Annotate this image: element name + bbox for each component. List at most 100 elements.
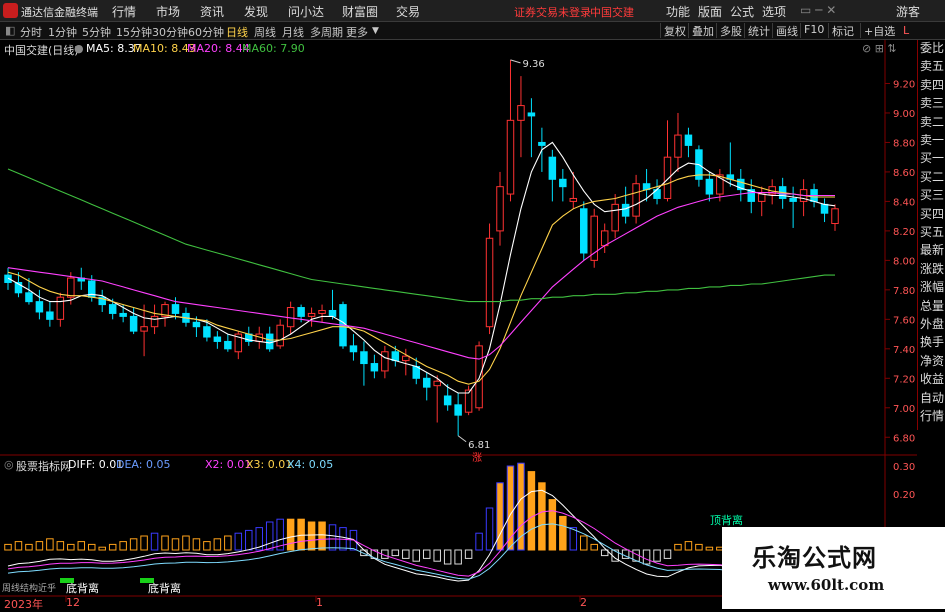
tab-1min[interactable]: 1分钟 [48, 24, 77, 40]
sub-indicator-title: 股票指标网 [16, 460, 71, 473]
candle-body [684, 134, 693, 146]
sub-settings-icon[interactable]: ◎ [4, 458, 14, 471]
price-tick-label: 7.40 [893, 345, 915, 356]
f10-button[interactable]: F10 [800, 23, 827, 38]
side-panel-item: 总量 [920, 298, 945, 313]
candle-body [422, 377, 431, 388]
side-panel-item: 卖三 [920, 96, 945, 111]
adjust-button[interactable]: 复权 [660, 23, 689, 38]
menu-xiaoda[interactable]: 问小达 [288, 3, 324, 20]
menu-bar: 通达信金融终端 行情 市场 资讯 发现 问小达 财富圈 交易 证券交易未登录 中… [0, 0, 945, 22]
overlay-button[interactable]: 叠加 [688, 23, 717, 38]
side-panel-item: 买五 [920, 225, 945, 239]
side-panel-item: 涨幅 [920, 280, 945, 295]
more-dropdown-icon[interactable]: ▼ [372, 26, 379, 36]
ma60-label: MA60: 7.90 [242, 42, 305, 55]
tab-monthly[interactable]: 月线 [282, 24, 304, 40]
macd-bar [140, 535, 148, 551]
tab-timeshare[interactable]: 分时 [20, 24, 42, 40]
candle-body [56, 296, 65, 320]
candle-body [506, 119, 515, 195]
menu-formula[interactable]: 公式 [730, 3, 754, 20]
sub-tick-label: 0.30 [893, 462, 915, 473]
menu-options[interactable]: 选项 [762, 3, 786, 20]
app-logo-icon [3, 3, 18, 18]
quote-side-panel: 委比 卖五 卖四 卖三 卖二 卖一 买一 买二 买三 买四 买五 最新 涨跌 涨幅 总量 外盘 换手 净资 收益 自动… [917, 40, 945, 430]
macd-bar [234, 532, 243, 551]
macd-bar [307, 521, 316, 551]
date-dec-label: 12 [66, 596, 80, 609]
tab-60min[interactable]: 60分钟 [188, 24, 224, 40]
macd-bar [171, 538, 180, 551]
tab-multi-period[interactable]: 多周期 [310, 24, 343, 40]
tab-15min[interactable]: 15分钟 [116, 24, 152, 40]
multi-stock-button[interactable]: 多股 [716, 23, 745, 38]
side-panel-item: 卖四 [920, 77, 945, 92]
indicator-settings-icon[interactable]: ● [74, 42, 84, 55]
macd-bar [454, 549, 462, 565]
login-notice[interactable]: 证券交易未登录 [514, 4, 591, 20]
add-favorite-button[interactable]: +自选 [860, 23, 898, 38]
side-panel-item: 买四 [920, 206, 945, 221]
candle-body [25, 292, 33, 303]
macd-bar [150, 532, 159, 551]
menu-news[interactable]: 资讯 [200, 3, 224, 20]
candle-body [632, 183, 640, 217]
ma20-label: MA20: 8.44 [187, 42, 250, 55]
zoom-controls-icon[interactable]: ⊘ ⊞ ⇅ [862, 42, 897, 55]
collapse-icon[interactable]: ◧ [5, 24, 15, 37]
price-tick-label: 7.00 [893, 404, 915, 415]
macd-bar [4, 543, 12, 551]
macd-bar [67, 543, 75, 551]
macd-bar [412, 549, 421, 562]
side-panel-item: 买二 [920, 169, 945, 184]
candle-body [443, 395, 452, 406]
stats-button[interactable]: 统计 [744, 23, 773, 38]
kline-chart[interactable]: 9.20 9.00 8.80 8.60 8.40 8.20 8.00 7.80 7.60 7.40… [0, 40, 917, 609]
macd-bar [25, 543, 33, 551]
menu-quotes[interactable]: 行情 [112, 3, 136, 20]
tab-5min[interactable]: 5分钟 [82, 24, 111, 40]
candle-body [831, 208, 839, 225]
menu-layout[interactable]: 版面 [698, 3, 722, 20]
current-stock-label: 中国交建 [590, 6, 634, 19]
price-tick-label: 8.40 [893, 197, 915, 208]
macd-bar [14, 541, 23, 551]
guest-label[interactable]: 游客 [896, 3, 920, 20]
macd-bar [213, 538, 222, 551]
tab-weekly[interactable]: 周线 [254, 24, 276, 40]
candle-body [600, 230, 609, 247]
tab-daily[interactable]: 日线 [226, 24, 248, 40]
candle-body [485, 237, 494, 328]
macd-bar [559, 515, 567, 551]
menu-market[interactable]: 市场 [156, 3, 180, 20]
window-controls-icon[interactable]: ▭ ─ ✕ [800, 3, 836, 17]
macd-bar [245, 529, 253, 551]
ma-line-ma10 [7, 174, 835, 385]
macd-bar [77, 541, 86, 551]
tab-more[interactable]: 更多 [346, 24, 368, 40]
macd-bar [590, 543, 598, 551]
menu-function[interactable]: 功能 [666, 3, 690, 20]
weekly-structure-label: 周线结构近乎 [2, 584, 57, 594]
candle-body [203, 326, 211, 338]
mark-button[interactable]: 标记 [828, 23, 857, 38]
app-title: 通达信金融终端 [21, 6, 98, 19]
tab-30min[interactable]: 30分钟 [152, 24, 188, 40]
macd-bar [443, 549, 452, 565]
drawing-button[interactable]: 画线 [772, 23, 801, 38]
candle-body [349, 345, 358, 353]
side-panel-item[interactable]: 自动 [920, 391, 944, 405]
menu-wealth[interactable]: 财富圈 [342, 3, 378, 20]
layout-toggle-icon[interactable]: L [903, 24, 909, 37]
macd-bar [391, 549, 400, 557]
side-panel-item[interactable]: 行情 [920, 410, 944, 423]
x3-label: X3: 0.01 [246, 458, 293, 471]
price-tick-label: 8.60 [893, 168, 915, 179]
candle-body [705, 178, 714, 195]
menu-discover[interactable]: 发现 [244, 3, 268, 20]
side-panel-item: 涨跌 [920, 261, 945, 276]
macd-bar [265, 521, 274, 551]
candle-body [171, 304, 180, 314]
menu-trade[interactable]: 交易 [396, 3, 420, 20]
